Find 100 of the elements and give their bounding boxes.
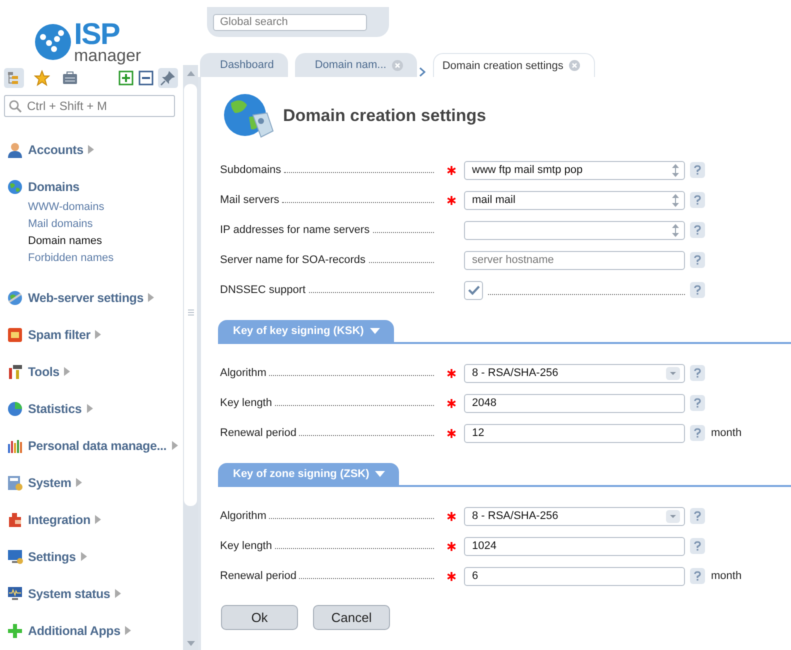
tab[interactable]: Dashboard — [200, 53, 288, 77]
caret-icon — [148, 293, 154, 302]
required-icon — [446, 512, 456, 520]
select-field[interactable]: 8 - RSA/SHA-256 — [464, 506, 685, 526]
help-icon[interactable] — [690, 222, 705, 238]
help-icon[interactable] — [690, 538, 705, 554]
menu-item[interactable]: Personal data manage... — [28, 438, 167, 452]
grip-icon — [188, 309, 194, 316]
monitor-icon — [7, 548, 23, 564]
help-icon[interactable] — [690, 425, 705, 441]
scrollbar[interactable] — [183, 65, 198, 650]
caret-icon — [64, 367, 70, 376]
field-label: Key length — [220, 540, 272, 552]
menu-item[interactable]: System — [28, 476, 72, 490]
field-label: Renewal period — [220, 427, 296, 439]
star-button[interactable] — [32, 68, 52, 88]
unit-label: month — [711, 570, 742, 582]
spinner-icon — [671, 194, 680, 206]
calculator-icon — [7, 474, 23, 490]
menu-item[interactable]: Integration — [28, 512, 90, 526]
page-title: Domain creation settings — [283, 106, 486, 126]
tree-button[interactable] — [4, 68, 24, 88]
help-icon[interactable] — [690, 568, 705, 584]
required-icon — [446, 166, 456, 174]
caret-icon — [76, 478, 82, 487]
field-label: Server name for SOA-records — [220, 254, 366, 266]
form-button[interactable]: Cancel — [313, 605, 390, 630]
field-label: Subdomains — [220, 164, 282, 176]
caret-icon — [86, 404, 93, 413]
caret-icon — [172, 441, 178, 450]
spinner-icon — [671, 164, 680, 176]
submenu-item[interactable]: WWW-domains — [28, 199, 183, 216]
caret-icon — [80, 552, 87, 561]
select-field[interactable]: 8 - RSA/SHA-256 — [464, 364, 685, 382]
help-icon[interactable] — [690, 252, 705, 268]
help-icon[interactable] — [690, 162, 705, 178]
pin-icon — [160, 70, 176, 86]
field-label: Mail servers — [220, 194, 280, 206]
help-icon[interactable] — [690, 365, 705, 381]
close-icon[interactable] — [392, 60, 404, 70]
submenu-item[interactable]: Forbidden names — [28, 250, 183, 267]
field-label: Algorithm — [220, 367, 266, 379]
menu-item[interactable]: Web-server settings — [28, 290, 144, 304]
help-icon[interactable] — [690, 508, 705, 524]
check-icon — [468, 285, 480, 295]
menu-item[interactable]: System status — [28, 586, 110, 600]
scroll-up-icon[interactable] — [187, 71, 195, 76]
global-search-field[interactable]: Global search — [213, 14, 367, 30]
submenu-item[interactable]: Domain names — [28, 233, 183, 250]
scroll-down-icon[interactable] — [187, 641, 195, 646]
briefcase-icon — [62, 70, 78, 86]
pie-chart-icon — [7, 400, 23, 416]
field-label: Renewal period — [220, 570, 296, 582]
field-label: DNSSEC support — [220, 284, 306, 296]
tab[interactable]: Domain nam... — [294, 53, 418, 77]
chevron-icon — [419, 67, 426, 77]
tools-icon — [7, 364, 23, 380]
dropdown-icon — [666, 366, 680, 380]
text-field[interactable]: 1024 — [464, 536, 685, 556]
multi-value-field[interactable]: mail mail — [464, 190, 685, 210]
menu-item[interactable]: Tools — [28, 364, 60, 378]
form-button[interactable]: Ok — [221, 605, 298, 630]
help-icon[interactable] — [690, 395, 705, 411]
submenu-item[interactable]: Mail domains — [28, 216, 183, 233]
text-field[interactable]: 2048 — [464, 394, 685, 412]
help-icon[interactable] — [690, 282, 705, 298]
caret-icon — [375, 471, 386, 477]
multi-value-field[interactable] — [464, 220, 685, 240]
checkbox[interactable] — [464, 280, 483, 300]
caret-icon — [95, 515, 102, 524]
field-label: Algorithm — [220, 510, 266, 522]
pin-button[interactable] — [158, 68, 178, 88]
menu-item[interactable]: Additional Apps — [28, 624, 120, 638]
star-icon — [34, 70, 50, 86]
text-field[interactable]: server hostname — [464, 250, 685, 270]
help-icon[interactable] — [690, 192, 705, 208]
minus-button[interactable] — [136, 68, 156, 88]
search-icon — [9, 100, 22, 113]
tab[interactable]: Domain creation settings — [433, 53, 596, 77]
menu-item[interactable]: Domains — [28, 180, 80, 194]
caret-icon — [88, 145, 94, 154]
multi-value-field[interactable]: www ftp mail smtp pop — [464, 160, 685, 180]
spinner-icon — [671, 224, 680, 236]
menu-item[interactable]: Settings — [28, 550, 76, 564]
menu-item[interactable]: Statistics — [28, 402, 82, 416]
required-icon — [446, 428, 456, 438]
minus-icon — [138, 70, 154, 86]
menu-item[interactable]: Spam filter — [28, 328, 90, 342]
text-field[interactable]: 12 — [464, 424, 685, 442]
plus-button[interactable] — [116, 68, 136, 88]
caret-icon — [115, 589, 122, 598]
caret-icon — [370, 328, 380, 334]
person-icon — [7, 142, 23, 158]
menu-search-field[interactable]: Ctrl + Shift + M — [4, 95, 175, 117]
required-icon — [446, 398, 456, 408]
text-field[interactable]: 6 — [464, 566, 685, 586]
bar-chart-icon — [7, 438, 23, 454]
puzzle-icon — [7, 512, 23, 528]
menu-item[interactable]: Accounts — [28, 142, 84, 156]
close-icon[interactable] — [569, 60, 580, 71]
